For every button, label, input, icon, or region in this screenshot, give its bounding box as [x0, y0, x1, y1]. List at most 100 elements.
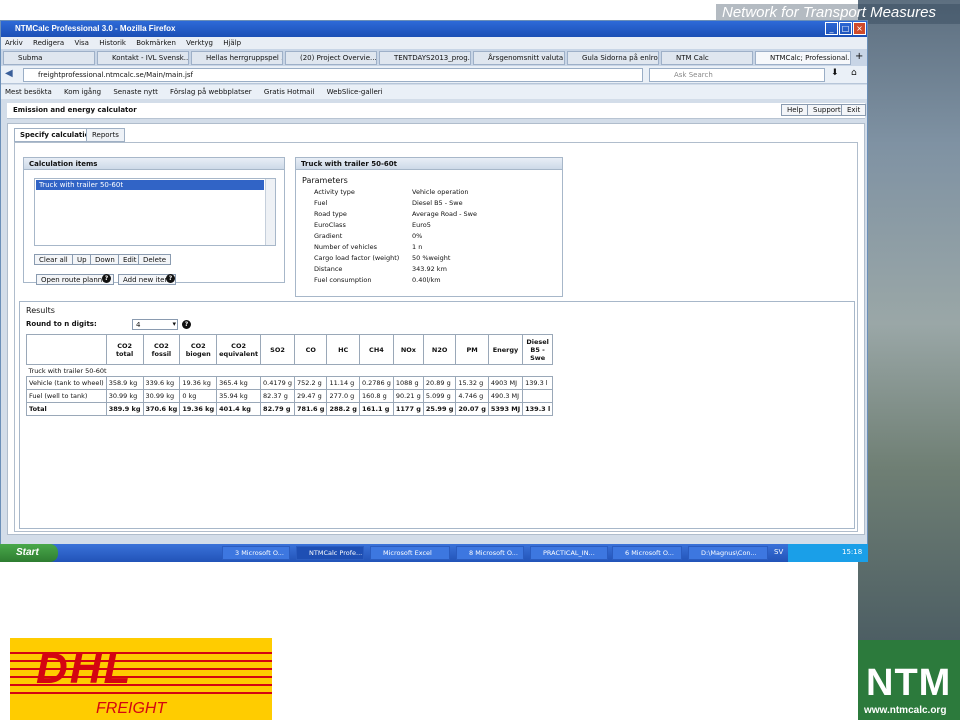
start-button[interactable]: Start	[0, 544, 58, 562]
search-input[interactable]: Ask Search	[649, 68, 825, 82]
browser-tab[interactable]: Subma	[3, 51, 95, 65]
table-cell: 358.9 kg	[105, 376, 144, 390]
language-indicator[interactable]: SV	[774, 548, 783, 556]
list-item[interactable]: Truck with trailer 50-60t	[36, 180, 264, 190]
taskbar-item[interactable]: PRACTICAL_IN...	[530, 546, 608, 560]
bookmark-item[interactable]: Senaste nytt	[113, 88, 157, 96]
clear-all-button[interactable]: Clear all	[34, 254, 73, 265]
param-label: Fuel consumption	[314, 276, 372, 284]
browser-tab[interactable]: Hellas herrgruppspel ...	[191, 51, 283, 65]
table-cell: 139.3 l	[522, 376, 554, 390]
table-cell: 365.4 kg	[216, 376, 262, 390]
menu-arkiv[interactable]: Arkiv	[5, 39, 23, 47]
table-cell: 4.746 g	[455, 389, 489, 403]
freight-label: FREIGHT	[96, 700, 167, 717]
bookmark-item[interactable]: WebSlice-galleri	[327, 88, 383, 96]
param-label: Gradient	[314, 232, 343, 240]
param-label: Distance	[314, 265, 343, 273]
back-arrow-icon[interactable]: ◀	[5, 68, 13, 79]
browser-tab[interactable]: Årsgenomsnitt valuta...	[473, 51, 565, 65]
table-cell: 30.99 kg	[105, 389, 144, 403]
system-tray: 15:18	[788, 544, 868, 562]
download-icon[interactable]: ⬇	[831, 68, 839, 78]
param-label: Cargo load factor (weight)	[314, 254, 400, 262]
table-row: Fuel (well to tank) 30.99 kg 30.99 kg 0 …	[26, 389, 554, 403]
table-cell: 752.2 g	[293, 376, 328, 390]
browser-tab[interactable]: (20) Project Overvie...	[285, 51, 377, 65]
clock: 15:18	[842, 548, 863, 556]
browser-tab[interactable]: Gula Sidorna på enlro...	[567, 51, 659, 65]
menu-redigera[interactable]: Redigera	[33, 39, 64, 47]
browser-tab-active[interactable]: NTMCalc; Professional...	[755, 51, 851, 65]
table-cell: 1088 g	[392, 376, 424, 390]
table-cell: 160.8 g	[358, 389, 394, 403]
delete-button[interactable]: Delete	[138, 254, 171, 265]
url-input[interactable]: freightprofessional.ntmcalc.se/Main/main…	[23, 68, 643, 82]
results-table: CO2 total CO2 fossil CO2 biogen CO2 equi…	[26, 334, 554, 416]
app-header: Emission and energy calculator	[7, 103, 865, 119]
table-cell: 161.1 g	[358, 402, 394, 416]
menu-hjalp[interactable]: Hjälp	[223, 39, 241, 47]
col-header: CO2 total	[105, 334, 144, 365]
table-row-total: Total 389.9 kg 370.6 kg 19.36 kg 401.4 k…	[26, 402, 554, 416]
param-value: Vehicle operation	[412, 188, 469, 196]
col-header: CO2 equivalent	[216, 334, 262, 365]
table-cell: 90.21 g	[392, 389, 424, 403]
taskbar-item[interactable]: Microsoft Excel	[370, 546, 450, 560]
help-icon[interactable]: ?	[102, 274, 111, 283]
exit-button[interactable]: Exit	[841, 104, 867, 116]
taskbar-item[interactable]: D:\Magnus\Con...	[688, 546, 768, 560]
bookmark-item[interactable]: Förslag på webbplatser	[170, 88, 252, 96]
bookmark-item[interactable]: Kom igång	[64, 88, 101, 96]
table-cell: 339.6 kg	[142, 376, 181, 390]
tab-reports[interactable]: Reports	[86, 128, 125, 142]
param-value: 0%	[412, 232, 423, 240]
table-cell: 25.99 g	[422, 402, 457, 416]
menu-visa[interactable]: Visa	[74, 39, 89, 47]
row-label: Vehicle (tank to wheel)	[26, 376, 107, 390]
up-button[interactable]: Up	[72, 254, 92, 265]
page-content: Emission and energy calculator Help Supp…	[1, 99, 867, 539]
taskbar-item[interactable]: 3 Microsoft O...	[222, 546, 290, 560]
close-icon[interactable]: ×	[853, 22, 866, 35]
table-cell: 490.3 MJ	[487, 389, 524, 403]
table-cell: 30.99 kg	[142, 389, 181, 403]
bookmark-item[interactable]: Gratis Hotmail	[264, 88, 314, 96]
taskbar-item-active[interactable]: NTMCalc Profe...	[296, 546, 364, 560]
browser-tab[interactable]: Kontakt - IVL Svensk...	[97, 51, 189, 65]
taskbar-item[interactable]: 8 Microsoft O...	[456, 546, 524, 560]
calculation-items-title: Calculation items	[24, 158, 284, 170]
menu-historik[interactable]: Historik	[99, 39, 126, 47]
parameters-box: Truck with trailer 50-60t Parameters Act…	[295, 157, 563, 297]
round-select[interactable]: 4 ▾	[132, 319, 178, 330]
minimize-icon[interactable]: _	[825, 22, 838, 35]
taskbar-item[interactable]: 6 Microsoft O...	[612, 546, 682, 560]
maximize-icon[interactable]: □	[839, 22, 852, 35]
menu-bokmarken[interactable]: Bokmärken	[136, 39, 176, 47]
param-value: 343.92 km	[412, 265, 447, 273]
bookmark-item[interactable]: Mest besökta	[5, 88, 52, 96]
param-label: Activity type	[314, 188, 355, 196]
browser-tab[interactable]: NTM Calc	[661, 51, 753, 65]
col-header: N2O	[422, 334, 457, 365]
help-icon[interactable]: ?	[182, 320, 191, 329]
help-button[interactable]: Help	[781, 104, 809, 116]
side-photo-band	[858, 0, 960, 720]
results-box: Results Round to n digits: 4 ▾ ? CO2 tot…	[19, 301, 855, 529]
col-header: NOx	[392, 334, 424, 365]
home-icon[interactable]: ⌂	[851, 68, 857, 78]
help-icon[interactable]: ?	[166, 274, 175, 283]
bookmarks-bar: Mest besökta Kom igång Senaste nytt Förs…	[1, 85, 867, 99]
table-cell: 0.2786 g	[358, 376, 394, 390]
browser-tab[interactable]: TENTDAYS2013_prog...	[379, 51, 471, 65]
list-scrollbar[interactable]	[265, 179, 275, 245]
table-cell	[522, 389, 554, 403]
table-cell: 82.37 g	[260, 389, 295, 403]
items-list[interactable]: Truck with trailer 50-60t	[34, 178, 276, 246]
round-value: 4	[136, 321, 141, 329]
down-button[interactable]: Down	[90, 254, 120, 265]
new-tab-icon[interactable]: +	[855, 51, 863, 62]
table-row: Vehicle (tank to wheel) 358.9 kg 339.6 k…	[26, 376, 554, 390]
menu-verktyg[interactable]: Verktyg	[186, 39, 213, 47]
table-cell: 82.79 g	[260, 402, 295, 416]
